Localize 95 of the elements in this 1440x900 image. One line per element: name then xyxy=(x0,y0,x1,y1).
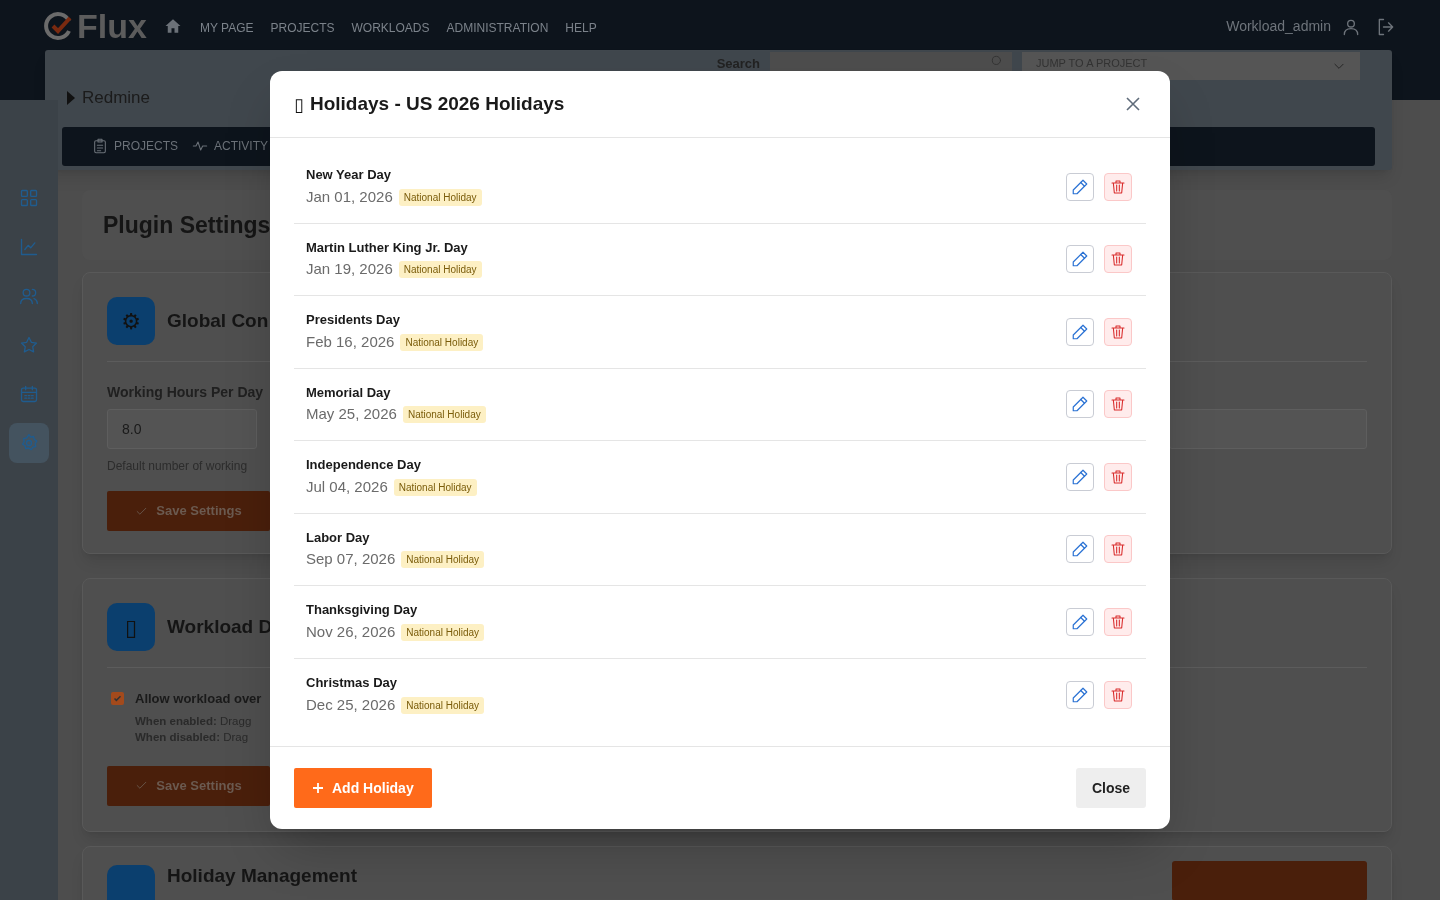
delete-button[interactable] xyxy=(1104,462,1132,491)
nav-link[interactable]: ADMINISTRATION xyxy=(446,19,549,37)
logout-icon[interactable] xyxy=(1376,16,1396,37)
pencil-icon xyxy=(1071,395,1089,414)
clipboard-icon xyxy=(92,138,108,154)
holiday-date: Jan 19, 2026 xyxy=(306,259,393,280)
holiday-name: Thanksgiving Day xyxy=(306,601,419,620)
calendar-icon xyxy=(19,384,39,404)
delete-button[interactable] xyxy=(1104,245,1132,274)
star-icon xyxy=(19,335,39,355)
logo-text[interactable]: Flux xyxy=(77,9,147,43)
holiday-type-tag: National Holiday xyxy=(402,406,486,423)
holiday-type-tag: National Holiday xyxy=(401,696,485,714)
trash-icon xyxy=(1110,178,1126,195)
holiday-name: Presidents Day xyxy=(306,311,401,330)
trash-icon xyxy=(1110,396,1126,413)
check-icon xyxy=(113,694,122,704)
home-icon[interactable] xyxy=(163,17,182,35)
chart-icon xyxy=(19,237,39,257)
section-icon: ▯ xyxy=(124,610,138,644)
edit-button[interactable] xyxy=(1066,245,1094,274)
holiday-type-tag: National Holiday xyxy=(401,623,485,641)
nav-link[interactable]: MY PAGE xyxy=(199,19,254,37)
trash-icon xyxy=(1110,541,1126,558)
edit-button[interactable] xyxy=(1066,680,1094,709)
pencil-icon xyxy=(1071,177,1089,196)
holiday-type-tag: National Holiday xyxy=(400,333,484,351)
section-title: Global Con xyxy=(167,310,269,332)
holiday-date: Sep 07, 2026 xyxy=(306,549,396,570)
pencil-icon xyxy=(1071,540,1089,559)
pencil-icon xyxy=(1071,685,1089,704)
dialog-title: Holidays - US 2026 Holidays xyxy=(309,91,565,116)
input-field[interactable] xyxy=(1169,409,1367,449)
holiday-type-tag: National Holiday xyxy=(393,478,477,496)
holiday-type-tag: National Holiday xyxy=(398,188,482,206)
users-icon xyxy=(19,286,39,306)
project-menu-tab[interactable]: ACTIVITY xyxy=(192,137,269,155)
page-title: Plugin Settings xyxy=(103,210,271,240)
holiday-date: Jan 01, 2026 xyxy=(306,186,393,207)
holiday-name: Memorial Day xyxy=(306,383,392,402)
settings-icon xyxy=(19,433,39,453)
delete-button[interactable] xyxy=(1104,317,1132,346)
section-title: Holiday Management xyxy=(167,865,358,887)
edit-button[interactable] xyxy=(1066,607,1094,636)
user-name[interactable]: Workload_admin xyxy=(1226,16,1331,37)
holiday-date: Feb 16, 2026 xyxy=(306,331,395,352)
add-holiday-button[interactable]: Add Holiday xyxy=(294,768,432,808)
delete-button[interactable] xyxy=(1104,680,1132,709)
hours-field[interactable]: 8.0 xyxy=(107,409,257,449)
trash-icon xyxy=(1110,613,1126,630)
holiday-date: Dec 25, 2026 xyxy=(306,694,396,715)
holiday-date: Nov 26, 2026 xyxy=(306,621,396,642)
holiday-date: May 25, 2026 xyxy=(306,404,397,425)
edit-button[interactable] xyxy=(1066,317,1094,346)
grid-icon xyxy=(19,188,39,208)
section-icon-box xyxy=(107,865,155,900)
holiday-name: Martin Luther King Jr. Day xyxy=(306,238,469,257)
save-settings-button[interactable]: Save Settings xyxy=(107,765,270,806)
holiday-name: Labor Day xyxy=(306,528,371,547)
save-settings-button[interactable]: Save Settings xyxy=(107,491,270,531)
checkbox[interactable] xyxy=(111,692,124,706)
pencil-icon xyxy=(1071,612,1089,631)
edit-button[interactable] xyxy=(1066,390,1094,419)
trash-icon xyxy=(1110,686,1126,703)
pencil-icon xyxy=(1071,250,1089,269)
holiday-name: Christmas Day xyxy=(306,674,399,693)
holiday-type-tag: National Holiday xyxy=(398,261,482,278)
delete-button[interactable] xyxy=(1104,172,1132,201)
holiday-type-tag: National Holiday xyxy=(401,551,485,568)
logo-icon xyxy=(44,11,74,41)
close-button[interactable]: Close xyxy=(1075,768,1146,808)
holiday-name: New Year Day xyxy=(306,166,393,185)
check-icon xyxy=(135,779,149,792)
pencil-icon xyxy=(1071,322,1089,341)
search-field[interactable] xyxy=(770,52,1012,72)
section-icon: ⚙ xyxy=(121,304,141,338)
delete-button[interactable] xyxy=(1104,390,1132,419)
delete-button[interactable] xyxy=(1104,535,1132,564)
holiday-name: Independence Day xyxy=(306,456,422,475)
edit-button[interactable] xyxy=(1066,172,1094,201)
edit-button[interactable] xyxy=(1066,462,1094,491)
nav-link[interactable]: HELP xyxy=(565,19,597,37)
trash-icon xyxy=(1110,468,1126,485)
trash-icon xyxy=(1110,251,1126,268)
holiday-date: Jul 04, 2026 xyxy=(306,476,388,497)
edit-button[interactable] xyxy=(1066,535,1094,564)
plus-icon xyxy=(312,782,324,794)
pencil-icon xyxy=(1071,467,1089,486)
close-icon[interactable] xyxy=(1126,97,1140,111)
project-menu-tab[interactable]: PROJECTS xyxy=(92,137,178,155)
delete-button[interactable] xyxy=(1104,607,1132,636)
trash-icon xyxy=(1110,323,1126,340)
nav-link[interactable]: WORKLOADS xyxy=(351,19,430,37)
title-icon: ▯ xyxy=(294,90,304,118)
nav-link[interactable]: PROJECTS xyxy=(270,19,335,37)
